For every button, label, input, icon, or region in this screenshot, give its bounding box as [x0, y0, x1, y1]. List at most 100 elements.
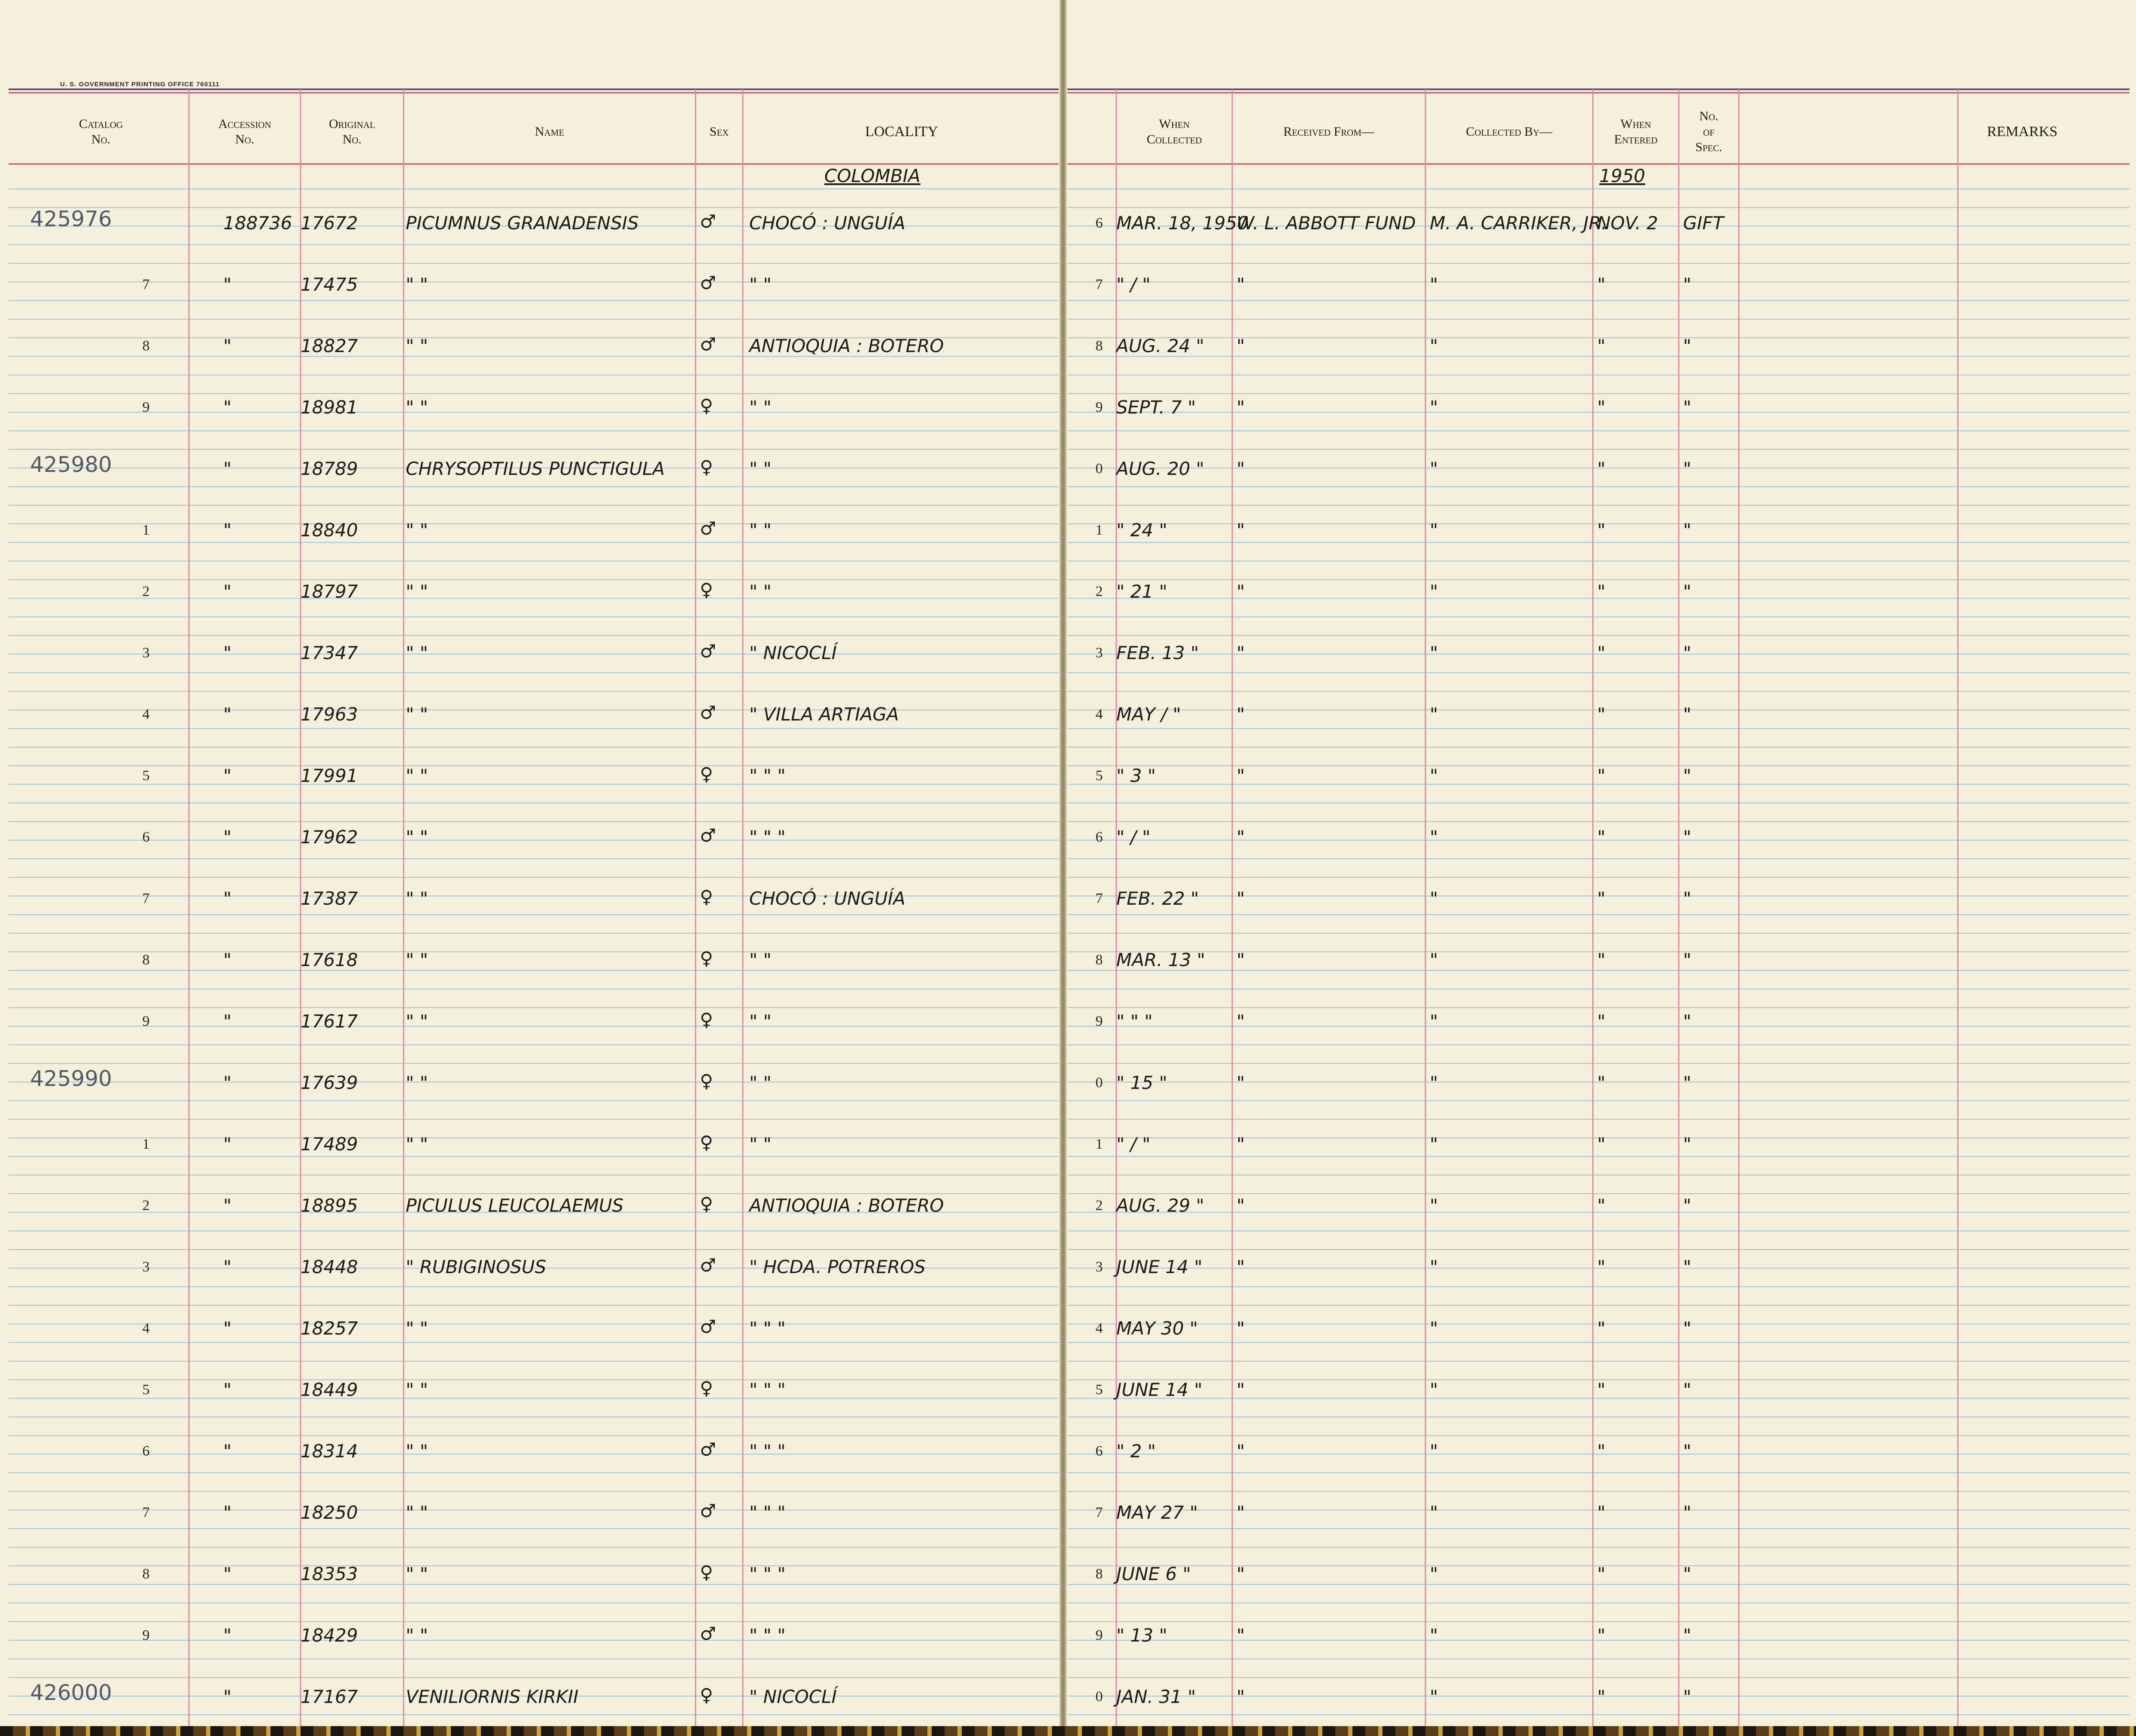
accession-number: ": [223, 520, 232, 541]
received-from: ": [1237, 1625, 1245, 1646]
when-entered: ": [1597, 1563, 1606, 1584]
accession-number: ": [223, 1318, 232, 1339]
right-row-digit: 6: [1095, 215, 1103, 231]
when-collected: " / ": [1116, 274, 1151, 295]
row-digit: 5: [142, 1382, 150, 1398]
right-row-digit: 4: [1095, 1320, 1103, 1336]
original-number: 17387: [301, 888, 358, 909]
when-entered: ": [1597, 1379, 1606, 1400]
received-from: ": [1237, 1072, 1245, 1093]
received-from: ": [1237, 397, 1245, 418]
sex-symbol: ♀: [700, 456, 713, 477]
received-from: ": [1237, 1256, 1245, 1277]
ledger-ruling: [9, 88, 2130, 1726]
header-locality: LOCALITY: [865, 124, 938, 140]
when-collected: " " ": [1116, 1011, 1153, 1032]
right-row-digit: 0: [1095, 1689, 1103, 1705]
no-of-spec: ": [1683, 1625, 1692, 1646]
original-number: 18250: [301, 1502, 358, 1523]
row-digit: 8: [142, 952, 150, 968]
locality: " NICOCLÍ: [749, 642, 837, 663]
received-from: ": [1237, 704, 1245, 725]
collected-by: ": [1430, 765, 1438, 786]
accession-number: ": [223, 335, 232, 356]
when-entered: ": [1597, 642, 1606, 663]
species-name: CHRYSOPTILUS PUNCTIGULA: [406, 458, 665, 479]
right-row-digit: 5: [1095, 768, 1103, 784]
accession-number: ": [223, 1563, 232, 1584]
no-of-spec: ": [1683, 1686, 1692, 1707]
accession-number: ": [223, 1134, 232, 1155]
species-name: PICULUS LEUCOLAEMUS: [406, 1195, 624, 1216]
header-collected-by: Collected By—: [1466, 125, 1553, 139]
accession-number: ": [223, 1441, 232, 1462]
species-name: VENILIORNIS KIRKII: [406, 1686, 579, 1707]
sex-symbol: ♂: [700, 334, 716, 355]
locality: " " ": [749, 1563, 786, 1584]
no-of-spec: ": [1683, 642, 1692, 663]
no-of-spec: GIFT: [1683, 213, 1724, 234]
right-row-digit: 3: [1095, 645, 1103, 661]
received-from: ": [1237, 1502, 1245, 1523]
accession-number: ": [223, 1195, 232, 1216]
collected-by: ": [1430, 1011, 1438, 1032]
when-entered: ": [1597, 397, 1606, 418]
sex-symbol: ♀: [700, 1132, 713, 1153]
locality: " ": [749, 581, 772, 602]
locality: " ": [749, 1072, 772, 1093]
row-digit: 9: [142, 1013, 150, 1029]
collected-by: M. A. CARRIKER, JR.: [1430, 213, 1607, 234]
sex-symbol: ♂: [700, 641, 716, 662]
when-collected: " 24 ": [1116, 520, 1167, 541]
original-number: 18449: [301, 1379, 358, 1400]
no-of-spec: ": [1683, 520, 1692, 541]
original-number: 18448: [301, 1256, 358, 1277]
header-when-entered: When Entered: [1614, 117, 1658, 146]
right-row-digit: 7: [1095, 1505, 1103, 1520]
when-collected: MAR. 13 ": [1116, 949, 1205, 970]
sex-symbol: ♂: [700, 211, 716, 232]
row-digit: 2: [142, 1198, 150, 1213]
original-number: 17962: [301, 827, 358, 848]
when-collected: MAY 27 ": [1116, 1502, 1198, 1523]
locality: " " ": [749, 1318, 786, 1339]
original-number: 18840: [301, 520, 358, 541]
locality: " NICOCLÍ: [749, 1686, 837, 1707]
header-received-from: Received From—: [1283, 125, 1374, 139]
header-when-collected: When Collected: [1146, 117, 1202, 146]
sex-symbol: ♂: [700, 1255, 716, 1276]
collected-by: ": [1430, 1563, 1438, 1584]
received-from: ": [1237, 520, 1245, 541]
collected-by: ": [1430, 520, 1438, 541]
original-number: 17639: [301, 1072, 358, 1093]
when-entered: ": [1597, 888, 1606, 909]
sex-symbol: ♀: [700, 1009, 713, 1030]
species-name: " RUBIGINOSUS: [406, 1256, 547, 1277]
no-of-spec: ": [1683, 1195, 1692, 1216]
when-collected: MAR. 18, 1950: [1116, 213, 1249, 234]
collected-by: ": [1430, 1195, 1438, 1216]
no-of-spec: ": [1683, 458, 1692, 479]
species-name: " ": [406, 1441, 428, 1462]
species-name: " ": [406, 520, 428, 541]
original-number: 17617: [301, 1011, 358, 1032]
accession-number: ": [223, 642, 232, 663]
locality: ANTIOQUIA : BOTERO: [749, 335, 944, 356]
when-entered: ": [1597, 1195, 1606, 1216]
original-number: 18257: [301, 1318, 358, 1339]
accession-number: ": [223, 949, 232, 970]
original-number: 17475: [301, 274, 358, 295]
when-collected: " 21 ": [1116, 581, 1167, 602]
species-name: " ": [406, 274, 428, 295]
sex-symbol: ♀: [700, 1070, 713, 1091]
locality: " HCDA. POTREROS: [749, 1256, 926, 1277]
accession-number: ": [223, 1625, 232, 1646]
locality: " ": [749, 274, 772, 295]
when-entered: ": [1597, 1011, 1606, 1032]
original-number: 17991: [301, 765, 358, 786]
sex-symbol: ♂: [700, 272, 716, 293]
original-number: 17618: [301, 949, 358, 970]
when-collected: MAY 30 ": [1116, 1318, 1198, 1339]
row-digit: 7: [142, 1505, 150, 1520]
sex-symbol: ♂: [700, 702, 716, 723]
